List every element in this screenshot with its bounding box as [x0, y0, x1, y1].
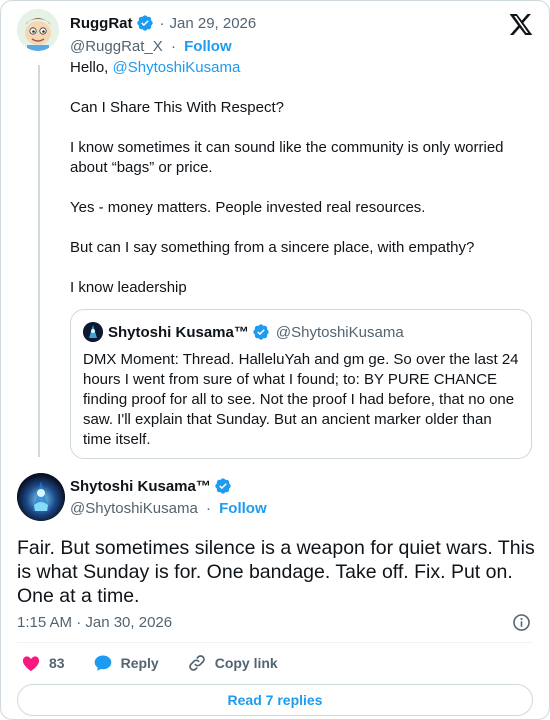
dot-separator: · — [205, 500, 211, 517]
like-count: 83 — [49, 655, 65, 671]
thread-connector-line — [38, 65, 40, 457]
divider — [17, 642, 533, 643]
paragraph: I know leadership — [70, 279, 187, 296]
x-logo-icon[interactable] — [509, 14, 533, 35]
main-handle[interactable]: @ShytoshiKusama — [70, 500, 198, 517]
parent-handle[interactable]: @RuggRat_X — [70, 38, 163, 55]
main-author-name[interactable]: Shytoshi Kusama™ — [70, 478, 211, 495]
read-replies-button[interactable]: Read 7 replies — [17, 684, 533, 716]
heart-icon — [22, 656, 40, 671]
tweet-timestamp[interactable]: 1:15 AM · Jan 30, 2026 — [17, 614, 172, 631]
paragraph: But can I say something from a sincere p… — [70, 239, 475, 256]
main-tweet-text: Fair. But sometimes silence is a weapon … — [17, 537, 535, 607]
dot-separator: · — [170, 38, 176, 55]
reply-button[interactable]: Reply — [93, 653, 159, 673]
main-author-row: Shytoshi Kusama™ — [70, 477, 232, 495]
reply-icon — [94, 655, 111, 671]
parent-date[interactable]: Jan 29, 2026 — [170, 15, 257, 32]
quoted-tweet[interactable]: Shytoshi Kusama™ @ShytoshiKusama DMX Mom… — [70, 309, 532, 459]
verified-badge-icon — [136, 14, 154, 32]
quoted-tweet-text: DMX Moment: Thread. HalleluYah and gm ge… — [83, 351, 519, 448]
greeting-text: Hello, — [70, 59, 113, 76]
paragraph: Yes - money matters. People invested rea… — [70, 199, 426, 216]
quoted-author-name: Shytoshi Kusama™ — [108, 323, 249, 341]
paragraph: I know sometimes it can sound like the c… — [70, 139, 504, 176]
copy-link-button[interactable]: Copy link — [187, 653, 278, 673]
dot-separator: · — [159, 14, 165, 32]
quoted-avatar — [83, 322, 103, 342]
parent-author-name[interactable]: RuggRat — [70, 15, 133, 32]
parent-handle-row: @RuggRat_X · Follow — [70, 38, 232, 55]
main-handle-row: @ShytoshiKusama · Follow — [70, 500, 267, 517]
action-bar: 83 Reply Copy link — [21, 653, 306, 673]
paragraph: Can I Share This With Respect? — [70, 99, 284, 116]
follow-button[interactable]: Follow — [184, 38, 232, 55]
verified-badge-icon — [252, 323, 270, 341]
ruggrat-avatar[interactable] — [17, 9, 59, 51]
reply-label: Reply — [120, 655, 159, 671]
shytoshi-avatar[interactable] — [17, 473, 65, 521]
embedded-tweet-card: RuggRat · Jan 29, 2026 @RuggRat_X · Foll… — [0, 0, 550, 720]
copy-link-label: Copy link — [214, 655, 278, 671]
like-button[interactable]: 83 — [21, 653, 65, 673]
mention-link[interactable]: @ShytoshiKusama — [113, 59, 241, 76]
quoted-author-row: Shytoshi Kusama™ @ShytoshiKusama — [83, 322, 404, 342]
info-icon[interactable] — [512, 613, 531, 632]
verified-badge-icon — [214, 477, 232, 495]
quoted-handle: @ShytoshiKusama — [275, 323, 404, 341]
parent-author-row: RuggRat · Jan 29, 2026 — [70, 14, 256, 32]
follow-button[interactable]: Follow — [219, 500, 267, 517]
link-icon — [188, 655, 205, 671]
parent-tweet-text: Hello, @ShytoshiKusama Can I Share This … — [70, 58, 530, 318]
